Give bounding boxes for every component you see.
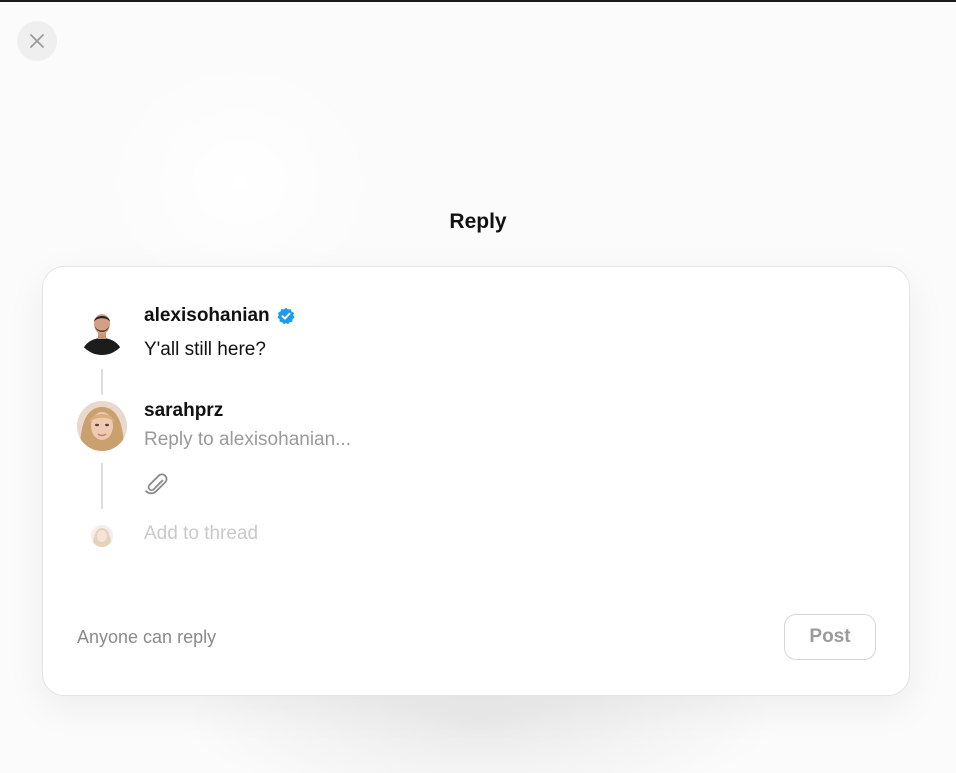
reply-author-username[interactable]: sarahprz (144, 400, 223, 422)
avatar-alexisohanian[interactable] (77, 305, 127, 355)
original-post-text: Y'all still here? (144, 339, 266, 360)
verified-badge-icon (277, 307, 295, 325)
paperclip-icon (145, 473, 168, 495)
avatar-sarahprz-image (77, 401, 127, 451)
add-to-thread-avatar-image (91, 525, 113, 547)
dialog-title: Reply (449, 210, 507, 233)
reply-permission-selector[interactable]: Anyone can reply (77, 627, 216, 648)
close-icon (30, 34, 44, 48)
reply-author-username-text: sarahprz (144, 400, 224, 421)
avatar-sarahprz[interactable] (77, 401, 127, 451)
reply-input[interactable] (144, 429, 744, 451)
avatar-alexisohanian-image (77, 305, 127, 355)
add-to-thread-button[interactable]: Add to thread (144, 523, 258, 545)
attach-media-button[interactable] (143, 471, 171, 499)
post-button[interactable]: Post (784, 614, 876, 660)
original-post-username[interactable]: alexisohanian (144, 305, 295, 327)
close-button[interactable] (17, 21, 57, 61)
original-post-username-text: alexisohanian (144, 305, 270, 326)
reply-card: alexisohanian Y'all still here? sarahprz (42, 266, 910, 696)
add-to-thread-avatar (91, 525, 113, 547)
thread-connector-line (101, 463, 103, 509)
thread-connector-line (101, 369, 103, 395)
